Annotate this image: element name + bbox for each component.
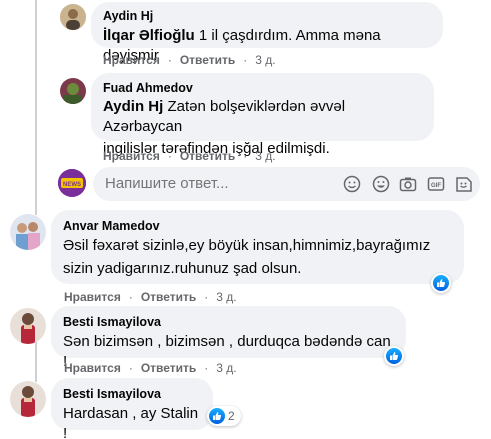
comment-bubble: Anvar Mamedov Əsil fəxarət sizinlə,ey bö… bbox=[51, 210, 464, 284]
comment-author[interactable]: Besti Ismayilova bbox=[63, 386, 201, 402]
comment-bubble: Fuad Ahmedov Aydin Hj Zatən bolşeviklərd… bbox=[91, 73, 434, 157]
like-link[interactable]: Нравится bbox=[103, 52, 160, 68]
comment-actions: Нравится · Ответить · 3 д. bbox=[64, 289, 237, 305]
avatar[interactable] bbox=[60, 78, 86, 104]
avatar[interactable] bbox=[10, 214, 46, 250]
reaction-badge[interactable]: 2 bbox=[207, 406, 241, 426]
timestamp[interactable]: 3 д. bbox=[255, 52, 275, 68]
like-link[interactable]: Нравится bbox=[103, 148, 160, 164]
comment-author[interactable]: Anvar Mamedov bbox=[63, 218, 452, 234]
mention-link[interactable]: İlqar Əlfioğlu bbox=[103, 27, 195, 44]
comment-text: Əsil fəxarət sizinlə,ey böyük insan,himn… bbox=[63, 237, 431, 254]
sticker-icon[interactable] bbox=[455, 175, 473, 193]
like-reaction-icon bbox=[209, 408, 225, 424]
gif-icon[interactable]: GIF bbox=[427, 175, 445, 193]
comment-text: Aydin Hj Zatən bolşeviklərdən əvvəl Azər… bbox=[103, 97, 422, 137]
reply-link[interactable]: Ответить bbox=[180, 52, 235, 68]
emoji-icon[interactable] bbox=[343, 175, 361, 193]
avatar[interactable] bbox=[10, 308, 46, 344]
svg-text:GIF: GIF bbox=[431, 183, 441, 189]
comment-author[interactable]: Besti Ismayilova bbox=[63, 314, 394, 330]
comment-actions: Нравится · Ответить · 3 д. bbox=[64, 360, 237, 376]
reply-input[interactable] bbox=[105, 167, 325, 201]
comment-author[interactable]: Fuad Ahmedov bbox=[103, 80, 422, 96]
reaction-count: 2 bbox=[228, 409, 235, 423]
comment-text-line2: sizin yadigarınız.ruhunuz şad olsun. bbox=[63, 260, 302, 277]
comment-actions: Нравится · Ответить · 3 д. bbox=[103, 52, 276, 68]
like-reaction-icon bbox=[386, 348, 402, 364]
timestamp[interactable]: 3 д. bbox=[255, 148, 275, 164]
comment-author[interactable]: Aydin Hj bbox=[103, 8, 431, 24]
reply-link[interactable]: Ответить bbox=[141, 360, 196, 376]
like-link[interactable]: Нравится bbox=[64, 289, 121, 305]
sticker-smile-icon[interactable] bbox=[372, 175, 390, 193]
reply-box[interactable]: GIF bbox=[93, 167, 480, 201]
reaction-badge[interactable] bbox=[431, 273, 451, 293]
camera-icon[interactable] bbox=[399, 175, 417, 193]
thread-line bbox=[35, 0, 37, 215]
avatar[interactable] bbox=[60, 4, 86, 30]
svg-text:NEWS: NEWS bbox=[63, 182, 81, 188]
comment-bubble: Aydin Hj İlqar Əlfioğlu 1 il çaşdırdım. … bbox=[91, 2, 443, 64]
comment-text: Hardasan , ay Stalin ! bbox=[63, 405, 199, 439]
like-link[interactable]: Нравится bbox=[64, 360, 121, 376]
user-avatar: NEWS bbox=[58, 169, 86, 197]
like-reaction-icon bbox=[433, 275, 449, 291]
comment-actions: Нравится · Ответить · 3 д. bbox=[103, 148, 276, 164]
reply-link[interactable]: Ответить bbox=[180, 148, 235, 164]
comment-bubble: Besti Ismayilova Hardasan , ay Stalin ! bbox=[51, 378, 213, 439]
timestamp[interactable]: 3 д. bbox=[216, 289, 236, 305]
avatar[interactable] bbox=[10, 381, 46, 417]
comment-bubble: Besti Ismayilova Sən bizimsən , bizimsən… bbox=[51, 306, 406, 370]
timestamp[interactable]: 3 д. bbox=[216, 360, 236, 376]
reply-link[interactable]: Ответить bbox=[141, 289, 196, 305]
mention-link[interactable]: Aydin Hj bbox=[103, 98, 163, 115]
reaction-badge[interactable] bbox=[384, 346, 404, 366]
